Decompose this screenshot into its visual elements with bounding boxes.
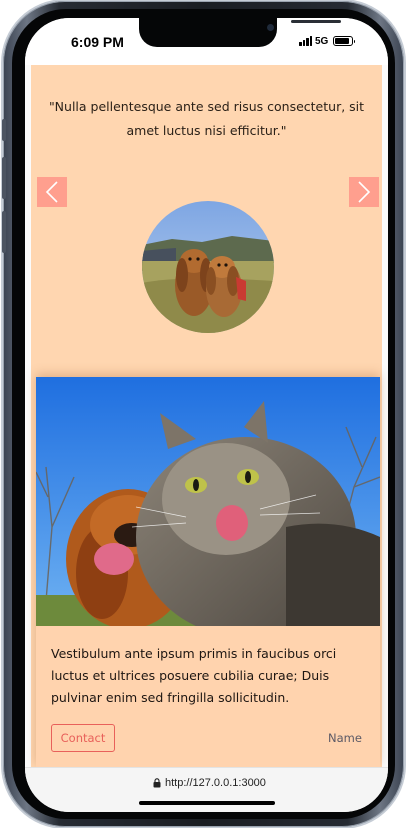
dogs-photo — [142, 201, 274, 333]
card-image — [36, 377, 380, 626]
author-name: Name — [328, 731, 362, 745]
url-display[interactable]: http://127.0.0.1:3000 — [153, 777, 266, 789]
phone-screen: 6:09 PM 5G "Nulla pellentesque ante sed … — [25, 18, 388, 812]
lock-icon — [153, 778, 161, 788]
silent-switch — [2, 119, 6, 141]
speaker-grille — [291, 20, 341, 23]
carousel-next-button[interactable] — [349, 177, 379, 207]
phone-frame: 6:09 PM 5G "Nulla pellentesque ante sed … — [2, 1, 404, 827]
testimonial-quote: "Nulla pellentesque ante sed risus conse… — [48, 99, 365, 138]
contact-button[interactable]: Contact — [51, 724, 115, 752]
card-description: Vestibulum ante ipsum primis in faucibus… — [51, 646, 337, 705]
chevron-right-icon — [358, 181, 371, 203]
carousel-prev-button[interactable] — [37, 177, 67, 207]
volume-down-button — [2, 211, 6, 253]
notch — [139, 18, 341, 47]
feature-card: Vestibulum ante ipsum primis in faucibus… — [36, 377, 380, 767]
status-time: 6:09 PM — [71, 34, 124, 50]
status-bar: 6:09 PM 5G — [25, 18, 388, 65]
browser-url-bar[interactable]: http://127.0.0.1:3000 — [25, 767, 388, 812]
cat-dog-selfie-photo — [36, 377, 380, 626]
battery-level — [335, 38, 349, 44]
signal-icon — [299, 36, 312, 46]
status-indicators: 5G — [299, 35, 356, 47]
testimonial-section: "Nulla pellentesque ante sed risus conse… — [31, 65, 382, 767]
home-indicator[interactable] — [139, 801, 275, 805]
web-page[interactable]: "Nulla pellentesque ante sed risus conse… — [25, 65, 388, 767]
testimonial-avatar — [142, 201, 274, 333]
network-type: 5G — [315, 35, 329, 47]
url-text: http://127.0.0.1:3000 — [165, 777, 266, 789]
volume-up-button — [2, 157, 6, 199]
chevron-left-icon — [45, 181, 58, 203]
battery-icon — [333, 36, 356, 46]
front-camera-icon — [267, 24, 274, 31]
